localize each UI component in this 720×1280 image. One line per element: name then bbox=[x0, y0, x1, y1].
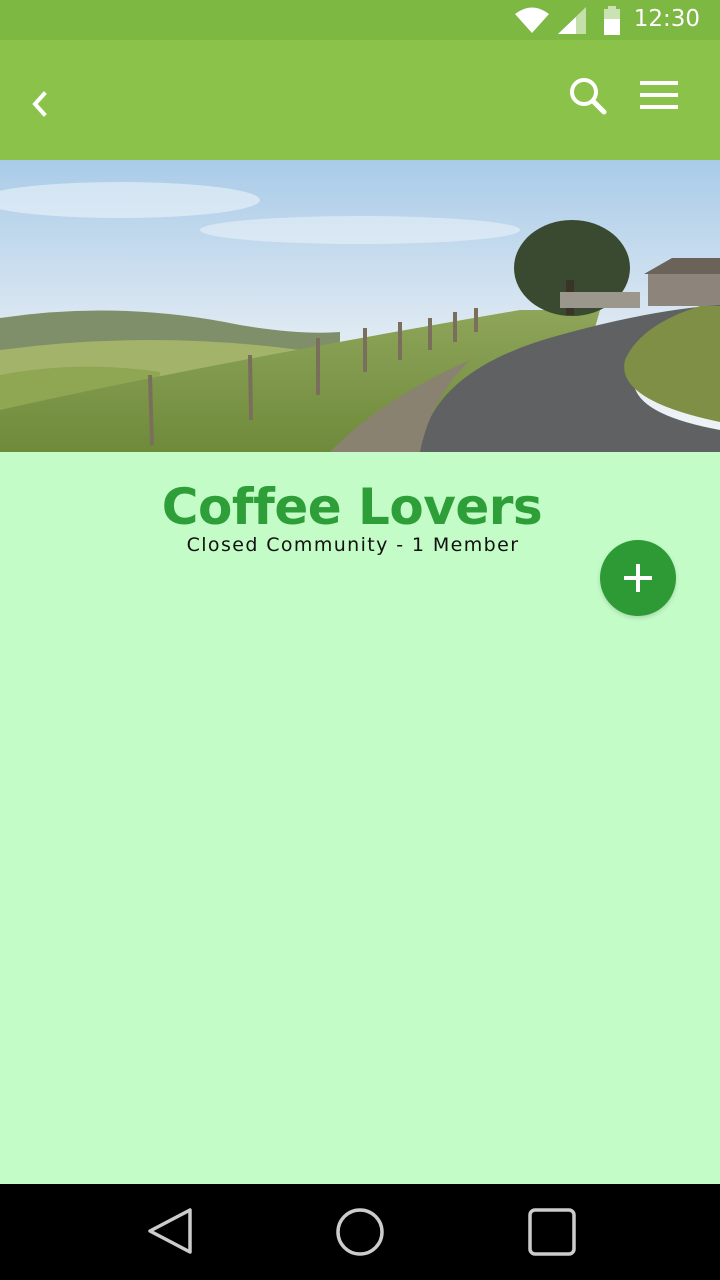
wifi-icon bbox=[515, 7, 549, 33]
add-button[interactable] bbox=[600, 540, 676, 616]
landscape-road-photo bbox=[0, 160, 720, 452]
cellular-signal-icon bbox=[558, 7, 586, 34]
recents-square-icon bbox=[528, 1208, 576, 1256]
hamburger-menu-icon bbox=[640, 81, 678, 109]
nav-recents-button[interactable] bbox=[526, 1206, 578, 1258]
menu-button[interactable] bbox=[638, 78, 682, 114]
chevron-left-icon bbox=[32, 91, 47, 117]
status-time: 12:30 bbox=[633, 6, 700, 32]
search-icon bbox=[570, 78, 607, 115]
community-content: Coffee Lovers Closed Community - 1 Membe… bbox=[0, 452, 720, 1184]
search-button[interactable] bbox=[566, 74, 610, 118]
status-bar: 12:30 bbox=[0, 0, 720, 40]
back-button[interactable] bbox=[20, 84, 60, 124]
community-cover-image bbox=[0, 160, 720, 452]
battery-icon bbox=[604, 6, 620, 35]
nav-back-button[interactable] bbox=[144, 1206, 196, 1258]
system-nav-bar bbox=[0, 1184, 720, 1280]
home-circle-icon bbox=[336, 1208, 384, 1256]
back-triangle-icon bbox=[148, 1208, 192, 1254]
community-meta: Closed Community - 1 Member bbox=[186, 534, 520, 556]
app-bar bbox=[0, 40, 720, 160]
community-title: Coffee Lovers bbox=[161, 478, 543, 536]
nav-home-button[interactable] bbox=[334, 1206, 386, 1258]
